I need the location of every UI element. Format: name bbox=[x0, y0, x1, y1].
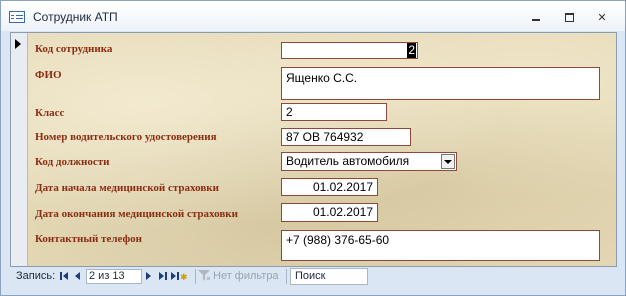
new-record-icon: ✱ bbox=[180, 272, 188, 282]
next-record-button[interactable] bbox=[145, 271, 152, 282]
separator bbox=[286, 269, 287, 284]
form-detail-section: Код сотрудника 2 ФИО Ященко С.С. Класс 2… bbox=[28, 33, 616, 266]
separator bbox=[195, 269, 196, 284]
position-code-value: Водитель автомобиля bbox=[286, 154, 410, 168]
filter-toggle[interactable]: Нет фильтра bbox=[213, 270, 279, 282]
close-button[interactable]: ✕ bbox=[589, 9, 615, 25]
position-code-label: Код должности bbox=[35, 156, 110, 168]
form-frame: Код сотрудника 2 ФИО Ященко С.С. Класс 2… bbox=[10, 32, 617, 267]
search-input[interactable]: Поиск bbox=[290, 268, 368, 285]
employee-code-label: Код сотрудника bbox=[35, 43, 113, 55]
license-number-label: Номер водительского удостоверения bbox=[35, 131, 217, 143]
insurance-end-label: Дата окончания медицинской страховки bbox=[35, 208, 238, 220]
license-number-field[interactable]: 87 ОВ 764932 bbox=[281, 128, 411, 146]
dropdown-button[interactable] bbox=[441, 154, 455, 169]
chevron-down-icon bbox=[444, 159, 452, 164]
title-bar[interactable]: Сотрудник АТП ✕ bbox=[1, 1, 625, 31]
employee-code-field[interactable]: 2 bbox=[281, 42, 418, 59]
last-record-button[interactable] bbox=[159, 271, 168, 282]
form-window: Сотрудник АТП ✕ Код сотрудника 2 ФИО Яще… bbox=[0, 0, 626, 296]
filter-icon bbox=[198, 270, 210, 281]
new-record-button[interactable]: ✱ bbox=[171, 271, 193, 282]
employee-code-value: 2 bbox=[407, 43, 416, 58]
current-record-input[interactable]: 2 из 13 bbox=[86, 269, 142, 284]
contact-phone-field[interactable]: +7 (988) 376-65-60 bbox=[281, 230, 600, 261]
record-selector[interactable] bbox=[11, 33, 28, 266]
first-record-button[interactable] bbox=[60, 271, 69, 282]
window-title: Сотрудник АТП bbox=[33, 10, 118, 24]
contact-phone-label: Контактный телефон bbox=[35, 233, 142, 245]
class-field[interactable]: 2 bbox=[281, 103, 387, 121]
insurance-start-field[interactable]: 01.02.2017 bbox=[281, 178, 378, 196]
current-record-arrow-icon bbox=[15, 39, 21, 49]
maximize-button[interactable] bbox=[556, 9, 582, 25]
insurance-end-field[interactable]: 01.02.2017 bbox=[281, 203, 378, 222]
insurance-start-label: Дата начала медицинской страховки bbox=[35, 182, 219, 194]
form-icon bbox=[9, 11, 25, 23]
maximize-icon bbox=[564, 12, 574, 22]
record-navigation-bar: Запись: 2 из 13 ✱ Нет фильтра Поиск bbox=[10, 267, 615, 286]
close-icon: ✕ bbox=[597, 10, 607, 24]
full-name-field[interactable]: Ященко С.С. bbox=[281, 67, 600, 100]
minimize-icon bbox=[532, 19, 540, 21]
class-label: Класс bbox=[35, 107, 65, 119]
minimize-button[interactable] bbox=[523, 9, 549, 25]
record-label: Запись: bbox=[16, 270, 56, 282]
previous-record-button[interactable] bbox=[75, 271, 82, 282]
position-code-select[interactable]: Водитель автомобиля bbox=[281, 152, 457, 171]
full-name-label: ФИО bbox=[35, 69, 62, 81]
